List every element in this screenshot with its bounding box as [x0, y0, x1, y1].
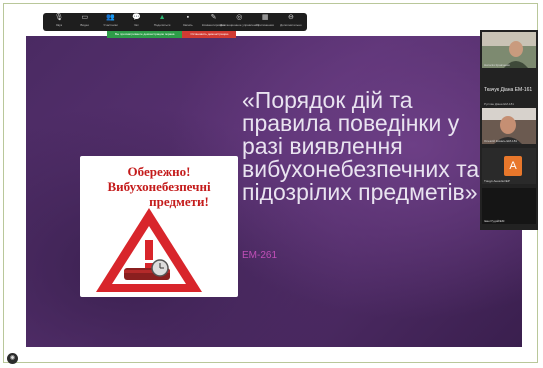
- annotate-icon: ✎: [210, 14, 217, 21]
- chat-icon: 💬: [131, 14, 141, 21]
- toolbar-mute-button[interactable]: 🎙 Звук: [49, 13, 69, 27]
- participant-dark-tile[interactable]: Іван Рудий/ЕМ: [482, 188, 536, 224]
- more-icon: ⊖: [287, 14, 294, 21]
- share-screen-icon: ▲: [158, 14, 166, 21]
- toolbar-label: Видео: [80, 23, 90, 27]
- toolbar-chat-button[interactable]: 💬 Чат: [126, 13, 146, 27]
- avatar: A: [504, 156, 522, 176]
- viewing-status-label: Вы просматриваете демонстрацию экрана: [107, 31, 183, 38]
- toolbar-label: Поделиться: [153, 23, 171, 27]
- participant-video-tile[interactable]: Наталія Кравченко: [482, 32, 536, 68]
- shared-slide: Обережно! Вибухонебезпечні предмети! «По…: [26, 36, 522, 347]
- participant-name: Олексій Коваль ЕМ-181: [484, 139, 518, 143]
- participants-icon: 👥: [106, 14, 115, 21]
- toolbar-label: Приложения: [256, 23, 274, 27]
- participant-name: Тищук Анна Ел/ЕР: [484, 179, 510, 183]
- app-logo-icon[interactable]: ◉: [7, 353, 18, 364]
- toolbar-label: Запись: [182, 23, 193, 27]
- toolbar-participants-button[interactable]: 👥 Участники: [101, 13, 121, 27]
- toolbar-share-button[interactable]: ▲ Поделиться: [152, 13, 172, 27]
- toolbar-label: Участники: [103, 23, 118, 27]
- participants-panel: Наталія Кравченко Олексій Коваль ЕМ-181 …: [480, 30, 538, 230]
- toolbar-remote-control-button[interactable]: ◎ Дистанционное управление: [220, 13, 259, 27]
- meeting-toolbar: 🎙 Звук ▭ Видео 👥 Участники 💬 Чат ▲ Подел…: [43, 13, 307, 31]
- toolbar-label: Чат: [133, 23, 139, 27]
- toolbar-record-button[interactable]: ▪ Запись: [178, 13, 198, 27]
- toolbar-more-button[interactable]: ⊖ Дополнительно: [280, 13, 302, 27]
- warning-sign-card: Обережно! Вибухонебезпечні предмети!: [80, 156, 238, 297]
- record-icon: ▪: [186, 14, 190, 21]
- toolbar-video-button[interactable]: ▭ Видео: [75, 13, 95, 27]
- slide-title: «Порядок дій та правила поведінки у разі…: [242, 89, 480, 204]
- share-status-bar: Вы просматриваете демонстрацию экрана Ос…: [107, 31, 237, 38]
- toolbar-label: Дистанционное управление: [219, 23, 259, 27]
- bomb-warning-triangle-icon: [96, 208, 202, 292]
- stop-share-button[interactable]: Остановить демонстрацию: [182, 31, 237, 38]
- toolbar-label: Дополнительно: [280, 23, 302, 27]
- participant-name-label: Руслан Діана ЕМ-181: [484, 102, 514, 106]
- slide-subtitle: ЕМ-261: [242, 250, 278, 261]
- video-icon: ▭: [81, 14, 89, 21]
- participant-name: Іван Рудий/ЕМ: [484, 219, 505, 223]
- toolbar-label: Звук: [55, 23, 63, 27]
- toolbar-apps-button[interactable]: ▦ Приложения: [255, 13, 275, 27]
- sign-line-1: Обережно!: [127, 164, 191, 179]
- participant-name-label: Ткачук Діана ЕМ-161: [484, 87, 533, 93]
- sign-line-2: Вибухонебезпечні: [107, 179, 211, 194]
- apps-icon: ▦: [261, 14, 269, 21]
- participant-video-tile[interactable]: Олексій Коваль ЕМ-181: [482, 108, 536, 144]
- microphone-icon: 🎙: [54, 14, 64, 21]
- remote-control-icon: ◎: [236, 14, 243, 21]
- participant-name: Наталія Кравченко: [484, 63, 511, 67]
